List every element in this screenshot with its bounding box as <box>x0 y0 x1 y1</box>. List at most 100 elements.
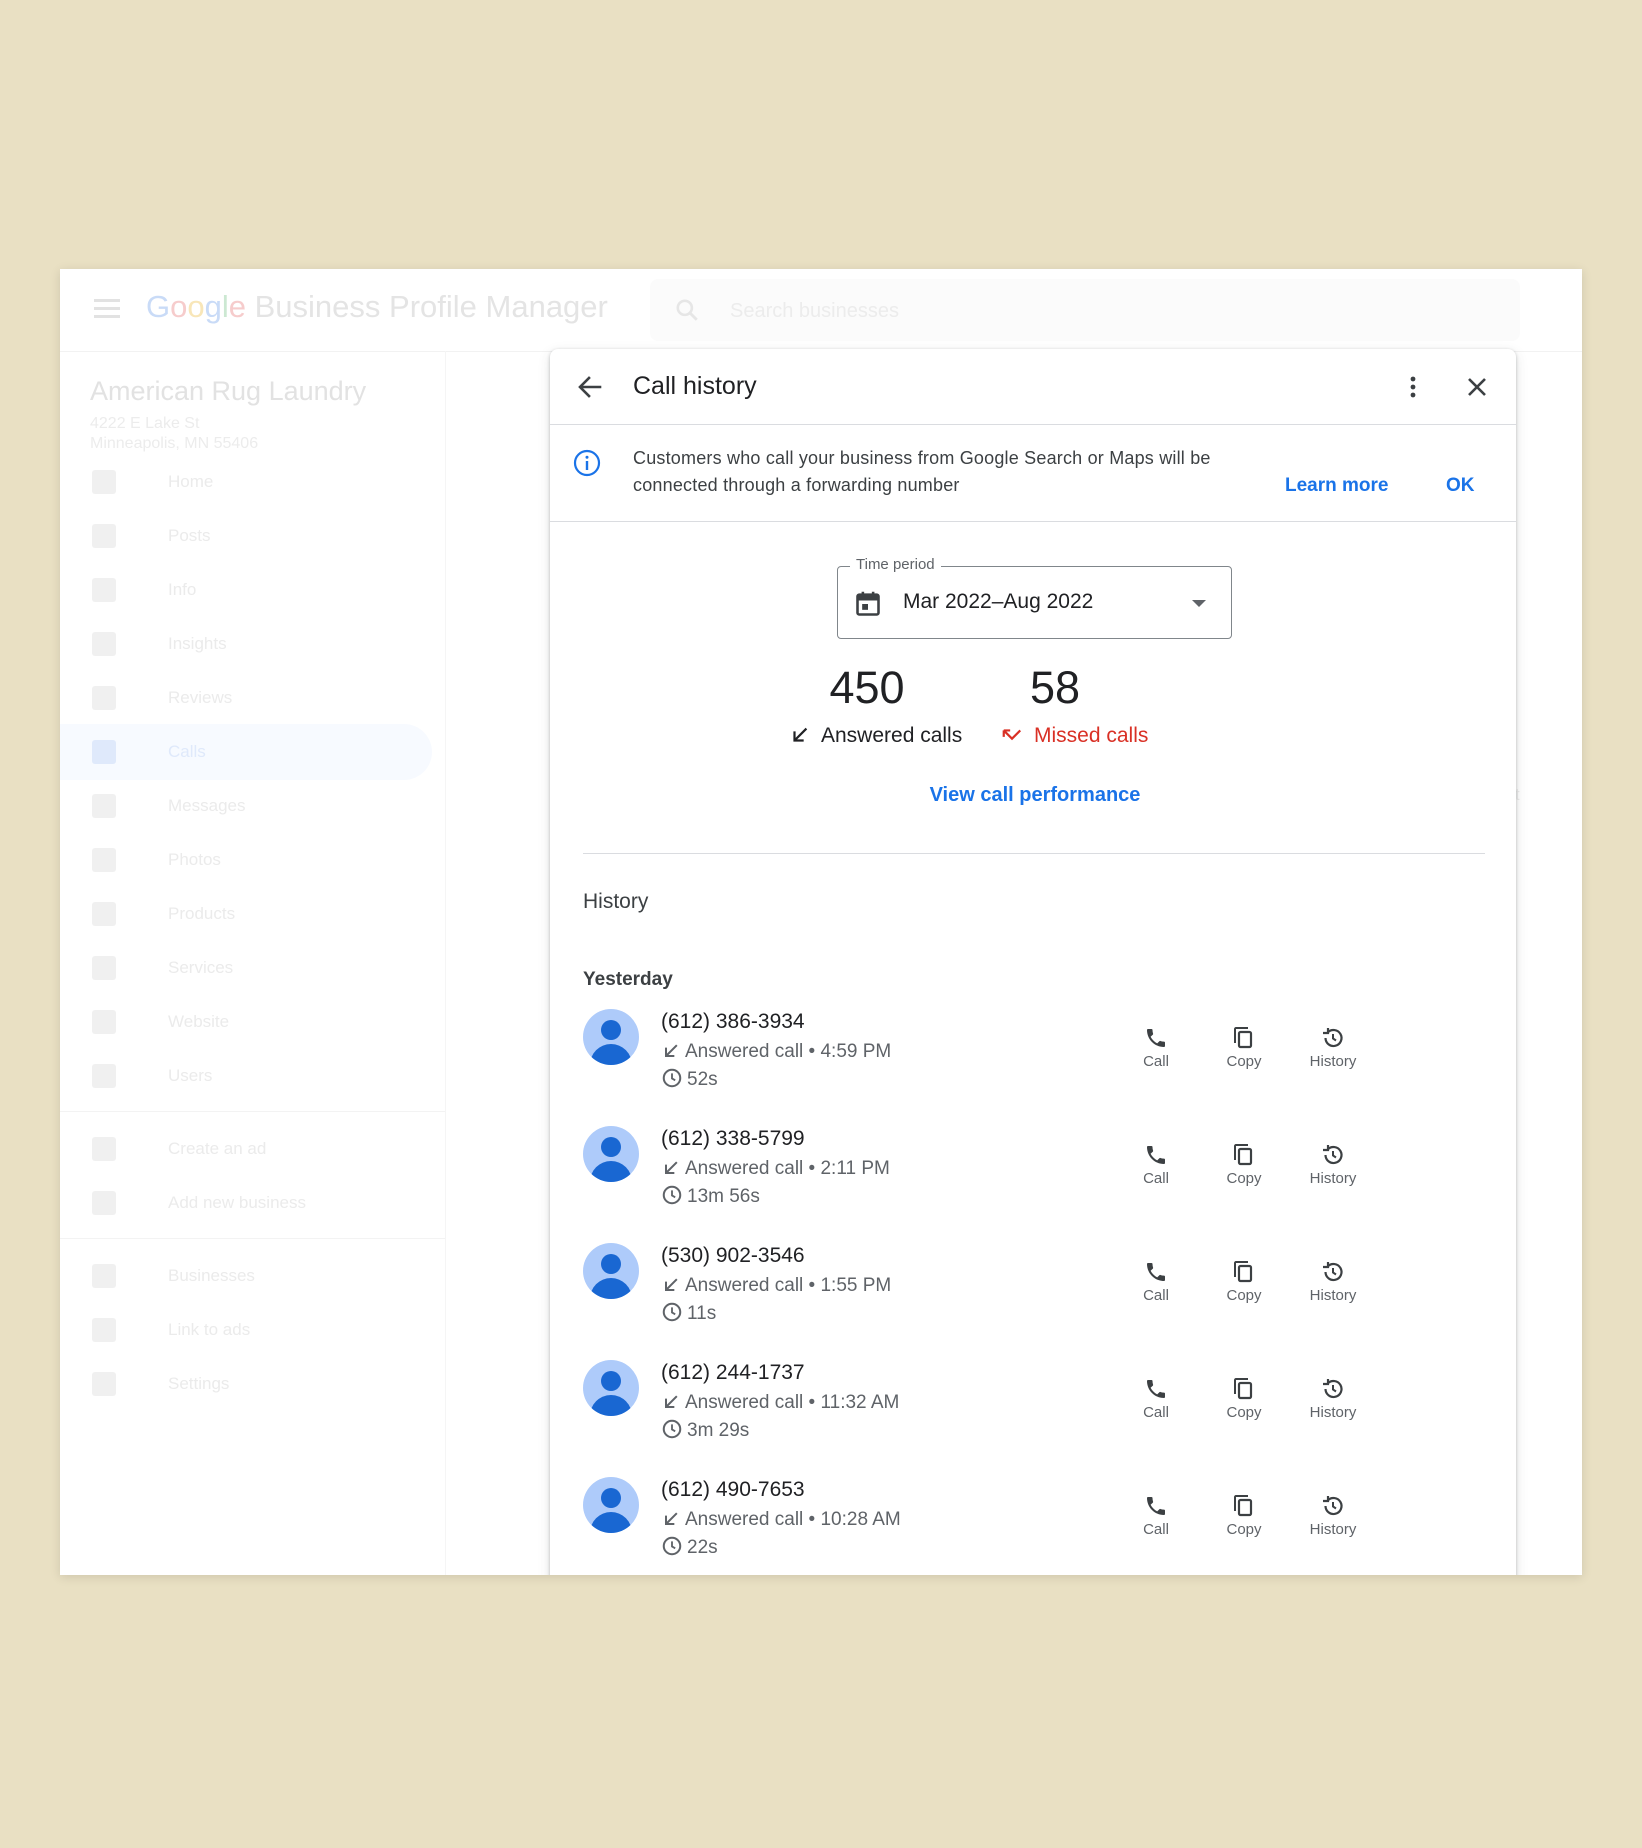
sidebar-item-home[interactable]: Home <box>60 454 445 510</box>
time-period-value: Mar 2022–Aug 2022 <box>903 590 1094 613</box>
list-icon <box>92 956 116 980</box>
phone-icon <box>1147 1146 1165 1164</box>
history-button[interactable]: History <box>1298 1493 1368 1538</box>
call-button[interactable]: Call <box>1121 1025 1191 1070</box>
call-button[interactable]: Call <box>1121 1142 1191 1187</box>
call-received-icon <box>665 1512 678 1525</box>
search-input[interactable]: Search businesses <box>650 279 1520 341</box>
copy-button[interactable]: Copy <box>1209 1493 1279 1538</box>
call-status: Answered call • 10:28 AM <box>661 1509 901 1531</box>
call-received-icon <box>665 1044 678 1057</box>
sidebar-item-photos[interactable]: Photos <box>60 832 445 888</box>
dialog-title: Call history <box>633 372 757 400</box>
sidebar-item-label: Add new business <box>168 1193 306 1212</box>
copy-button[interactable]: Copy <box>1209 1259 1279 1304</box>
sidebar-item-services[interactable]: Services <box>60 940 445 996</box>
caller-phone-number: (612) 244-1737 <box>661 1361 805 1384</box>
call-duration: 52s <box>661 1067 718 1091</box>
back-button[interactable] <box>570 367 610 407</box>
history-button[interactable]: History <box>1298 1142 1368 1187</box>
call-button[interactable]: Call <box>1121 1259 1191 1304</box>
settings-icon <box>92 1372 116 1396</box>
phone-icon <box>1147 1380 1165 1398</box>
more-options-button[interactable] <box>1393 367 1433 407</box>
sidebar-item-link-to-ads[interactable]: Link to ads <box>60 1302 445 1358</box>
history-button[interactable]: History <box>1298 1259 1368 1304</box>
day-label: Yesterday <box>583 969 673 990</box>
clock-icon <box>662 1536 682 1556</box>
sidebar-item-users[interactable]: Users <box>60 1048 445 1104</box>
copy-icon <box>1234 1027 1253 1049</box>
history-icon <box>1323 1028 1343 1048</box>
info-icon <box>573 449 601 477</box>
call-row: (612) 490-7653 Answered call • 10:28 AM 22… <box>550 1477 1516 1575</box>
divider <box>583 853 1485 854</box>
close-icon <box>1468 378 1486 396</box>
ok-button[interactable]: OK <box>1446 475 1475 497</box>
app-window: Google Business Profile Manager Search b… <box>60 269 1582 1575</box>
copy-icon <box>1234 1378 1253 1400</box>
sidebar-item-posts[interactable]: Posts <box>60 508 445 564</box>
sidebar-item-label: Website <box>168 1012 230 1031</box>
banner-text: Customers who call your business from Go… <box>633 448 1211 495</box>
sidebar-item-insights[interactable]: Insights <box>60 616 445 672</box>
basket-icon <box>92 902 116 926</box>
call-button[interactable]: Call <box>1121 1493 1191 1538</box>
bar-chart-icon <box>92 632 116 656</box>
call-duration: 11s <box>661 1301 716 1325</box>
sidebar-item-create-an-ad[interactable]: Create an ad <box>60 1121 445 1177</box>
web-icon <box>92 1010 116 1034</box>
clock-icon <box>662 1068 682 1088</box>
avatar <box>583 1477 639 1533</box>
copy-button[interactable]: Copy <box>1209 1025 1279 1070</box>
copy-button[interactable]: Copy <box>1209 1142 1279 1187</box>
sidebar: American Rug Laundry 4222 E Lake St Minn… <box>60 351 446 1575</box>
sidebar-item-label: Home <box>168 472 214 491</box>
menu-icon[interactable] <box>94 299 120 319</box>
sidebar-item-label: Reviews <box>168 688 233 707</box>
sidebar-item-label: Info <box>168 580 197 599</box>
missed-calls-label: Missed calls <box>1000 724 1148 748</box>
copy-button[interactable]: Copy <box>1209 1376 1279 1421</box>
sidebar-item-calls[interactable]: Calls <box>60 724 432 780</box>
call-row: (530) 902-3546 Answered call • 1:55 PM 11s… <box>550 1243 1516 1355</box>
time-period-select[interactable]: Time period Mar 2022–Aug 2022 <box>837 556 1232 639</box>
call-status: Answered call • 4:59 PM <box>661 1041 891 1063</box>
call-button[interactable]: Call <box>1121 1376 1191 1421</box>
sidebar-item-website[interactable]: Website <box>60 994 445 1050</box>
sidebar-item-products[interactable]: Products <box>60 886 445 942</box>
close-button[interactable] <box>1457 367 1497 407</box>
view-call-performance-link[interactable]: View call performance <box>860 784 1210 807</box>
sidebar-item-settings[interactable]: Settings <box>60 1356 445 1412</box>
message-icon <box>92 794 116 818</box>
avatar <box>583 1126 639 1182</box>
clock-icon <box>662 1185 682 1205</box>
copy-icon <box>1234 1144 1253 1166</box>
sidebar-item-label: Businesses <box>168 1266 255 1285</box>
avatar <box>583 1360 639 1416</box>
copy-icon <box>1234 1261 1253 1283</box>
sidebar-item-reviews[interactable]: Reviews <box>60 670 445 726</box>
history-button[interactable]: History <box>1298 1376 1368 1421</box>
business-address: 4222 E Lake St Minneapolis, MN 55406 <box>90 415 259 452</box>
sidebar-item-label: Products <box>168 904 236 923</box>
history-button[interactable]: History <box>1298 1025 1368 1070</box>
learn-more-link[interactable]: Learn more <box>1285 475 1388 497</box>
sidebar-item-businesses[interactable]: Businesses <box>60 1248 445 1304</box>
call-row: (612) 244-1737 Answered call • 11:32 AM 3m… <box>550 1360 1516 1472</box>
history-icon <box>1323 1496 1343 1516</box>
sidebar-item-info[interactable]: Info <box>60 562 445 618</box>
posts-icon <box>92 524 116 548</box>
forwarding-info-banner: Customers who call your business from Go… <box>550 425 1516 522</box>
sidebar-divider <box>60 1238 445 1239</box>
call-status: Answered call • 11:32 AM <box>661 1392 899 1414</box>
avatar <box>583 1009 639 1065</box>
call-duration: 3m 29s <box>661 1418 749 1442</box>
sidebar-item-add-new-business[interactable]: Add new business <box>60 1175 445 1231</box>
call-duration: 22s <box>661 1535 718 1559</box>
call-received-icon <box>665 1161 678 1174</box>
search-icon <box>676 299 698 321</box>
caller-phone-number: (530) 902-3546 <box>661 1244 805 1267</box>
sidebar-item-messages[interactable]: Messages <box>60 778 445 834</box>
clock-icon <box>662 1302 682 1322</box>
